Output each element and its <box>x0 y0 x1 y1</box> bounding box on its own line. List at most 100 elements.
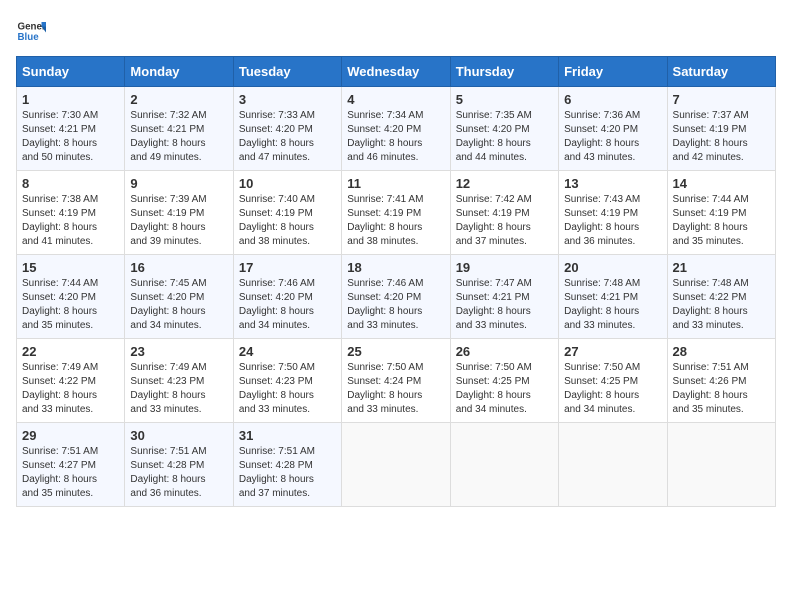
calendar-day-2: 2Sunrise: 7:32 AM Sunset: 4:21 PM Daylig… <box>125 87 233 171</box>
day-number: 12 <box>456 176 553 191</box>
day-info: Sunrise: 7:48 AM Sunset: 4:22 PM Dayligh… <box>673 277 770 333</box>
day-info: Sunrise: 7:47 AM Sunset: 4:21 PM Dayligh… <box>456 277 553 333</box>
day-number: 7 <box>673 92 770 107</box>
day-number: 15 <box>22 260 119 275</box>
calendar-header: SundayMondayTuesdayWednesdayThursdayFrid… <box>17 57 776 87</box>
day-number: 5 <box>456 92 553 107</box>
day-number: 29 <box>22 428 119 443</box>
day-header-tuesday: Tuesday <box>233 57 341 87</box>
day-info: Sunrise: 7:44 AM Sunset: 4:19 PM Dayligh… <box>673 193 770 249</box>
day-number: 13 <box>564 176 661 191</box>
calendar-day-29: 29 Sunrise: 7:51 AM Sunset: 4:27 PM Dayli… <box>17 423 125 507</box>
day-number: 8 <box>22 176 119 191</box>
calendar-day-13: 13 Sunrise: 7:43 AM Sunset: 4:19 PM Dayli… <box>559 171 667 255</box>
day-info: Sunrise: 7:38 AM Sunset: 4:19 PM Dayligh… <box>22 193 119 249</box>
day-info: Sunrise: 7:40 AM Sunset: 4:19 PM Dayligh… <box>239 193 336 249</box>
calendar-day-11: 11Sunrise: 7:41 AM Sunset: 4:19 PM Dayli… <box>342 171 450 255</box>
day-info: Sunrise: 7:44 AM Sunset: 4:20 PM Dayligh… <box>22 277 119 333</box>
calendar-day-21: 21 Sunrise: 7:48 AM Sunset: 4:22 PM Dayli… <box>667 255 775 339</box>
calendar-day-24: 24 Sunrise: 7:50 AM Sunset: 4:23 PM Dayli… <box>233 339 341 423</box>
day-number: 25 <box>347 344 444 359</box>
day-number: 3 <box>239 92 336 107</box>
day-number: 21 <box>673 260 770 275</box>
day-info: Sunrise: 7:50 AM Sunset: 4:24 PM Dayligh… <box>347 361 444 417</box>
calendar-day-5: 5Sunrise: 7:35 AM Sunset: 4:20 PM Daylig… <box>450 87 558 171</box>
calendar-day-20: 20 Sunrise: 7:48 AM Sunset: 4:21 PM Dayli… <box>559 255 667 339</box>
day-info: Sunrise: 7:50 AM Sunset: 4:23 PM Dayligh… <box>239 361 336 417</box>
logo: General Blue <box>16 16 46 46</box>
empty-cell <box>342 423 450 507</box>
day-info: Sunrise: 7:37 AM Sunset: 4:19 PM Dayligh… <box>673 109 770 165</box>
day-header-monday: Monday <box>125 57 233 87</box>
calendar-day-27: 27 Sunrise: 7:50 AM Sunset: 4:25 PM Dayli… <box>559 339 667 423</box>
day-number: 26 <box>456 344 553 359</box>
day-number: 24 <box>239 344 336 359</box>
calendar-week-2: 8 Sunrise: 7:38 AM Sunset: 4:19 PM Daylig… <box>17 171 776 255</box>
day-info: Sunrise: 7:45 AM Sunset: 4:20 PM Dayligh… <box>130 277 227 333</box>
calendar-day-19: 19 Sunrise: 7:47 AM Sunset: 4:21 PM Dayli… <box>450 255 558 339</box>
day-number: 19 <box>456 260 553 275</box>
day-info: Sunrise: 7:48 AM Sunset: 4:21 PM Dayligh… <box>564 277 661 333</box>
calendar-day-12: 12 Sunrise: 7:42 AM Sunset: 4:19 PM Dayli… <box>450 171 558 255</box>
day-info: Sunrise: 7:51 AM Sunset: 4:27 PM Dayligh… <box>22 445 119 501</box>
day-info: Sunrise: 7:50 AM Sunset: 4:25 PM Dayligh… <box>564 361 661 417</box>
calendar-day-28: 28 Sunrise: 7:51 AM Sunset: 4:26 PM Dayli… <box>667 339 775 423</box>
day-number: 2 <box>130 92 227 107</box>
empty-cell <box>559 423 667 507</box>
day-number: 23 <box>130 344 227 359</box>
day-number: 17 <box>239 260 336 275</box>
day-number: 10 <box>239 176 336 191</box>
day-header-saturday: Saturday <box>667 57 775 87</box>
calendar-day-16: 16Sunrise: 7:45 AM Sunset: 4:20 PM Dayli… <box>125 255 233 339</box>
calendar-week-4: 22Sunrise: 7:49 AM Sunset: 4:22 PM Dayli… <box>17 339 776 423</box>
day-number: 11 <box>347 176 444 191</box>
day-header-friday: Friday <box>559 57 667 87</box>
day-info: Sunrise: 7:46 AM Sunset: 4:20 PM Dayligh… <box>347 277 444 333</box>
calendar-day-23: 23 Sunrise: 7:49 AM Sunset: 4:23 PM Dayli… <box>125 339 233 423</box>
day-header-wednesday: Wednesday <box>342 57 450 87</box>
calendar-day-6: 6 Sunrise: 7:36 AM Sunset: 4:20 PM Daylig… <box>559 87 667 171</box>
calendar-day-30: 30 Sunrise: 7:51 AM Sunset: 4:28 PM Dayli… <box>125 423 233 507</box>
day-info: Sunrise: 7:51 AM Sunset: 4:26 PM Dayligh… <box>673 361 770 417</box>
day-number: 28 <box>673 344 770 359</box>
day-info: Sunrise: 7:51 AM Sunset: 4:28 PM Dayligh… <box>130 445 227 501</box>
day-info: Sunrise: 7:30 AM Sunset: 4:21 PM Dayligh… <box>22 109 119 165</box>
calendar-day-7: 7 Sunrise: 7:37 AM Sunset: 4:19 PM Daylig… <box>667 87 775 171</box>
day-number: 9 <box>130 176 227 191</box>
day-info: Sunrise: 7:34 AM Sunset: 4:20 PM Dayligh… <box>347 109 444 165</box>
calendar-day-9: 9Sunrise: 7:39 AM Sunset: 4:19 PM Daylig… <box>125 171 233 255</box>
calendar-day-15: 15 Sunrise: 7:44 AM Sunset: 4:20 PM Dayli… <box>17 255 125 339</box>
calendar-day-25: 25 Sunrise: 7:50 AM Sunset: 4:24 PM Dayli… <box>342 339 450 423</box>
header: General Blue <box>16 16 776 46</box>
day-number: 18 <box>347 260 444 275</box>
svg-text:Blue: Blue <box>18 32 40 43</box>
calendar-body: 1 Sunrise: 7:30 AM Sunset: 4:21 PM Daylig… <box>17 87 776 507</box>
calendar-day-14: 14 Sunrise: 7:44 AM Sunset: 4:19 PM Dayli… <box>667 171 775 255</box>
day-info: Sunrise: 7:49 AM Sunset: 4:23 PM Dayligh… <box>130 361 227 417</box>
calendar-day-26: 26 Sunrise: 7:50 AM Sunset: 4:25 PM Dayli… <box>450 339 558 423</box>
day-header-thursday: Thursday <box>450 57 558 87</box>
calendar-day-18: 18 Sunrise: 7:46 AM Sunset: 4:20 PM Dayli… <box>342 255 450 339</box>
calendar-day-4: 4 Sunrise: 7:34 AM Sunset: 4:20 PM Daylig… <box>342 87 450 171</box>
day-number: 6 <box>564 92 661 107</box>
calendar-table: SundayMondayTuesdayWednesdayThursdayFrid… <box>16 56 776 507</box>
day-number: 31 <box>239 428 336 443</box>
day-info: Sunrise: 7:33 AM Sunset: 4:20 PM Dayligh… <box>239 109 336 165</box>
day-number: 4 <box>347 92 444 107</box>
calendar-day-31: 31Sunrise: 7:51 AM Sunset: 4:28 PM Dayli… <box>233 423 341 507</box>
day-info: Sunrise: 7:50 AM Sunset: 4:25 PM Dayligh… <box>456 361 553 417</box>
day-number: 1 <box>22 92 119 107</box>
calendar-week-5: 29 Sunrise: 7:51 AM Sunset: 4:27 PM Dayli… <box>17 423 776 507</box>
day-info: Sunrise: 7:46 AM Sunset: 4:20 PM Dayligh… <box>239 277 336 333</box>
day-info: Sunrise: 7:36 AM Sunset: 4:20 PM Dayligh… <box>564 109 661 165</box>
calendar-week-3: 15 Sunrise: 7:44 AM Sunset: 4:20 PM Dayli… <box>17 255 776 339</box>
day-number: 14 <box>673 176 770 191</box>
empty-cell <box>667 423 775 507</box>
day-info: Sunrise: 7:43 AM Sunset: 4:19 PM Dayligh… <box>564 193 661 249</box>
day-number: 20 <box>564 260 661 275</box>
calendar-day-17: 17 Sunrise: 7:46 AM Sunset: 4:20 PM Dayli… <box>233 255 341 339</box>
day-info: Sunrise: 7:42 AM Sunset: 4:19 PM Dayligh… <box>456 193 553 249</box>
day-number: 27 <box>564 344 661 359</box>
empty-cell <box>450 423 558 507</box>
day-number: 30 <box>130 428 227 443</box>
